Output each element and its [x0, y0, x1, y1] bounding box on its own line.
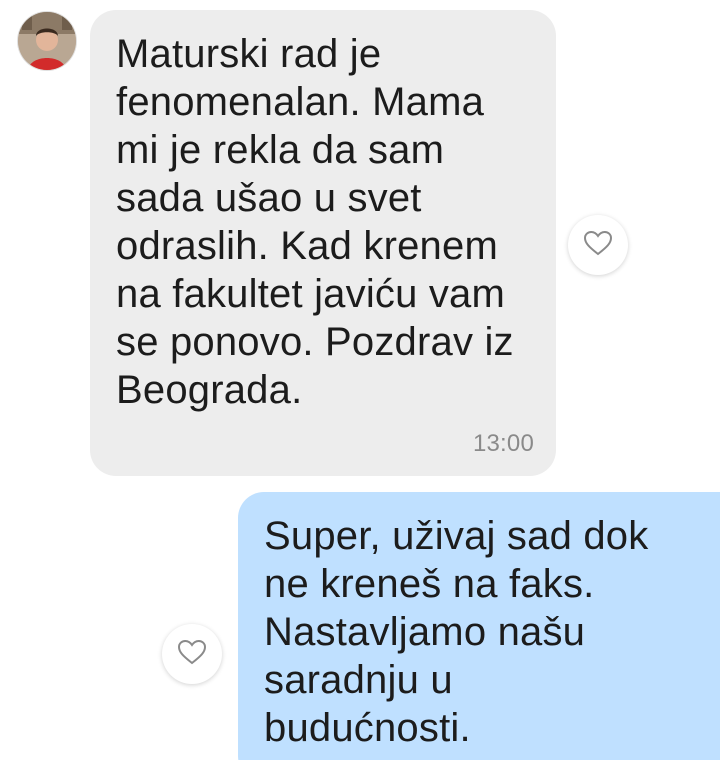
like-button[interactable]: [162, 624, 222, 684]
chat-thread: Maturski rad je fenomenalan. Mama mi je …: [0, 0, 720, 760]
message-text: Maturski rad je fenomenalan. Mama mi je …: [116, 32, 514, 412]
outgoing-message-bubble[interactable]: Super, uživaj sad dok ne kreneš na faks.…: [238, 492, 720, 760]
avatar[interactable]: [18, 12, 76, 70]
like-button[interactable]: [568, 215, 628, 275]
message-text: Super, uživaj sad dok ne kreneš na faks.…: [264, 514, 649, 750]
message-timestamp: 13:00: [472, 430, 534, 457]
heart-outline-icon: [177, 639, 207, 670]
incoming-message-bubble[interactable]: Maturski rad je fenomenalan. Mama mi je …: [90, 10, 556, 476]
heart-outline-icon: [583, 230, 613, 261]
